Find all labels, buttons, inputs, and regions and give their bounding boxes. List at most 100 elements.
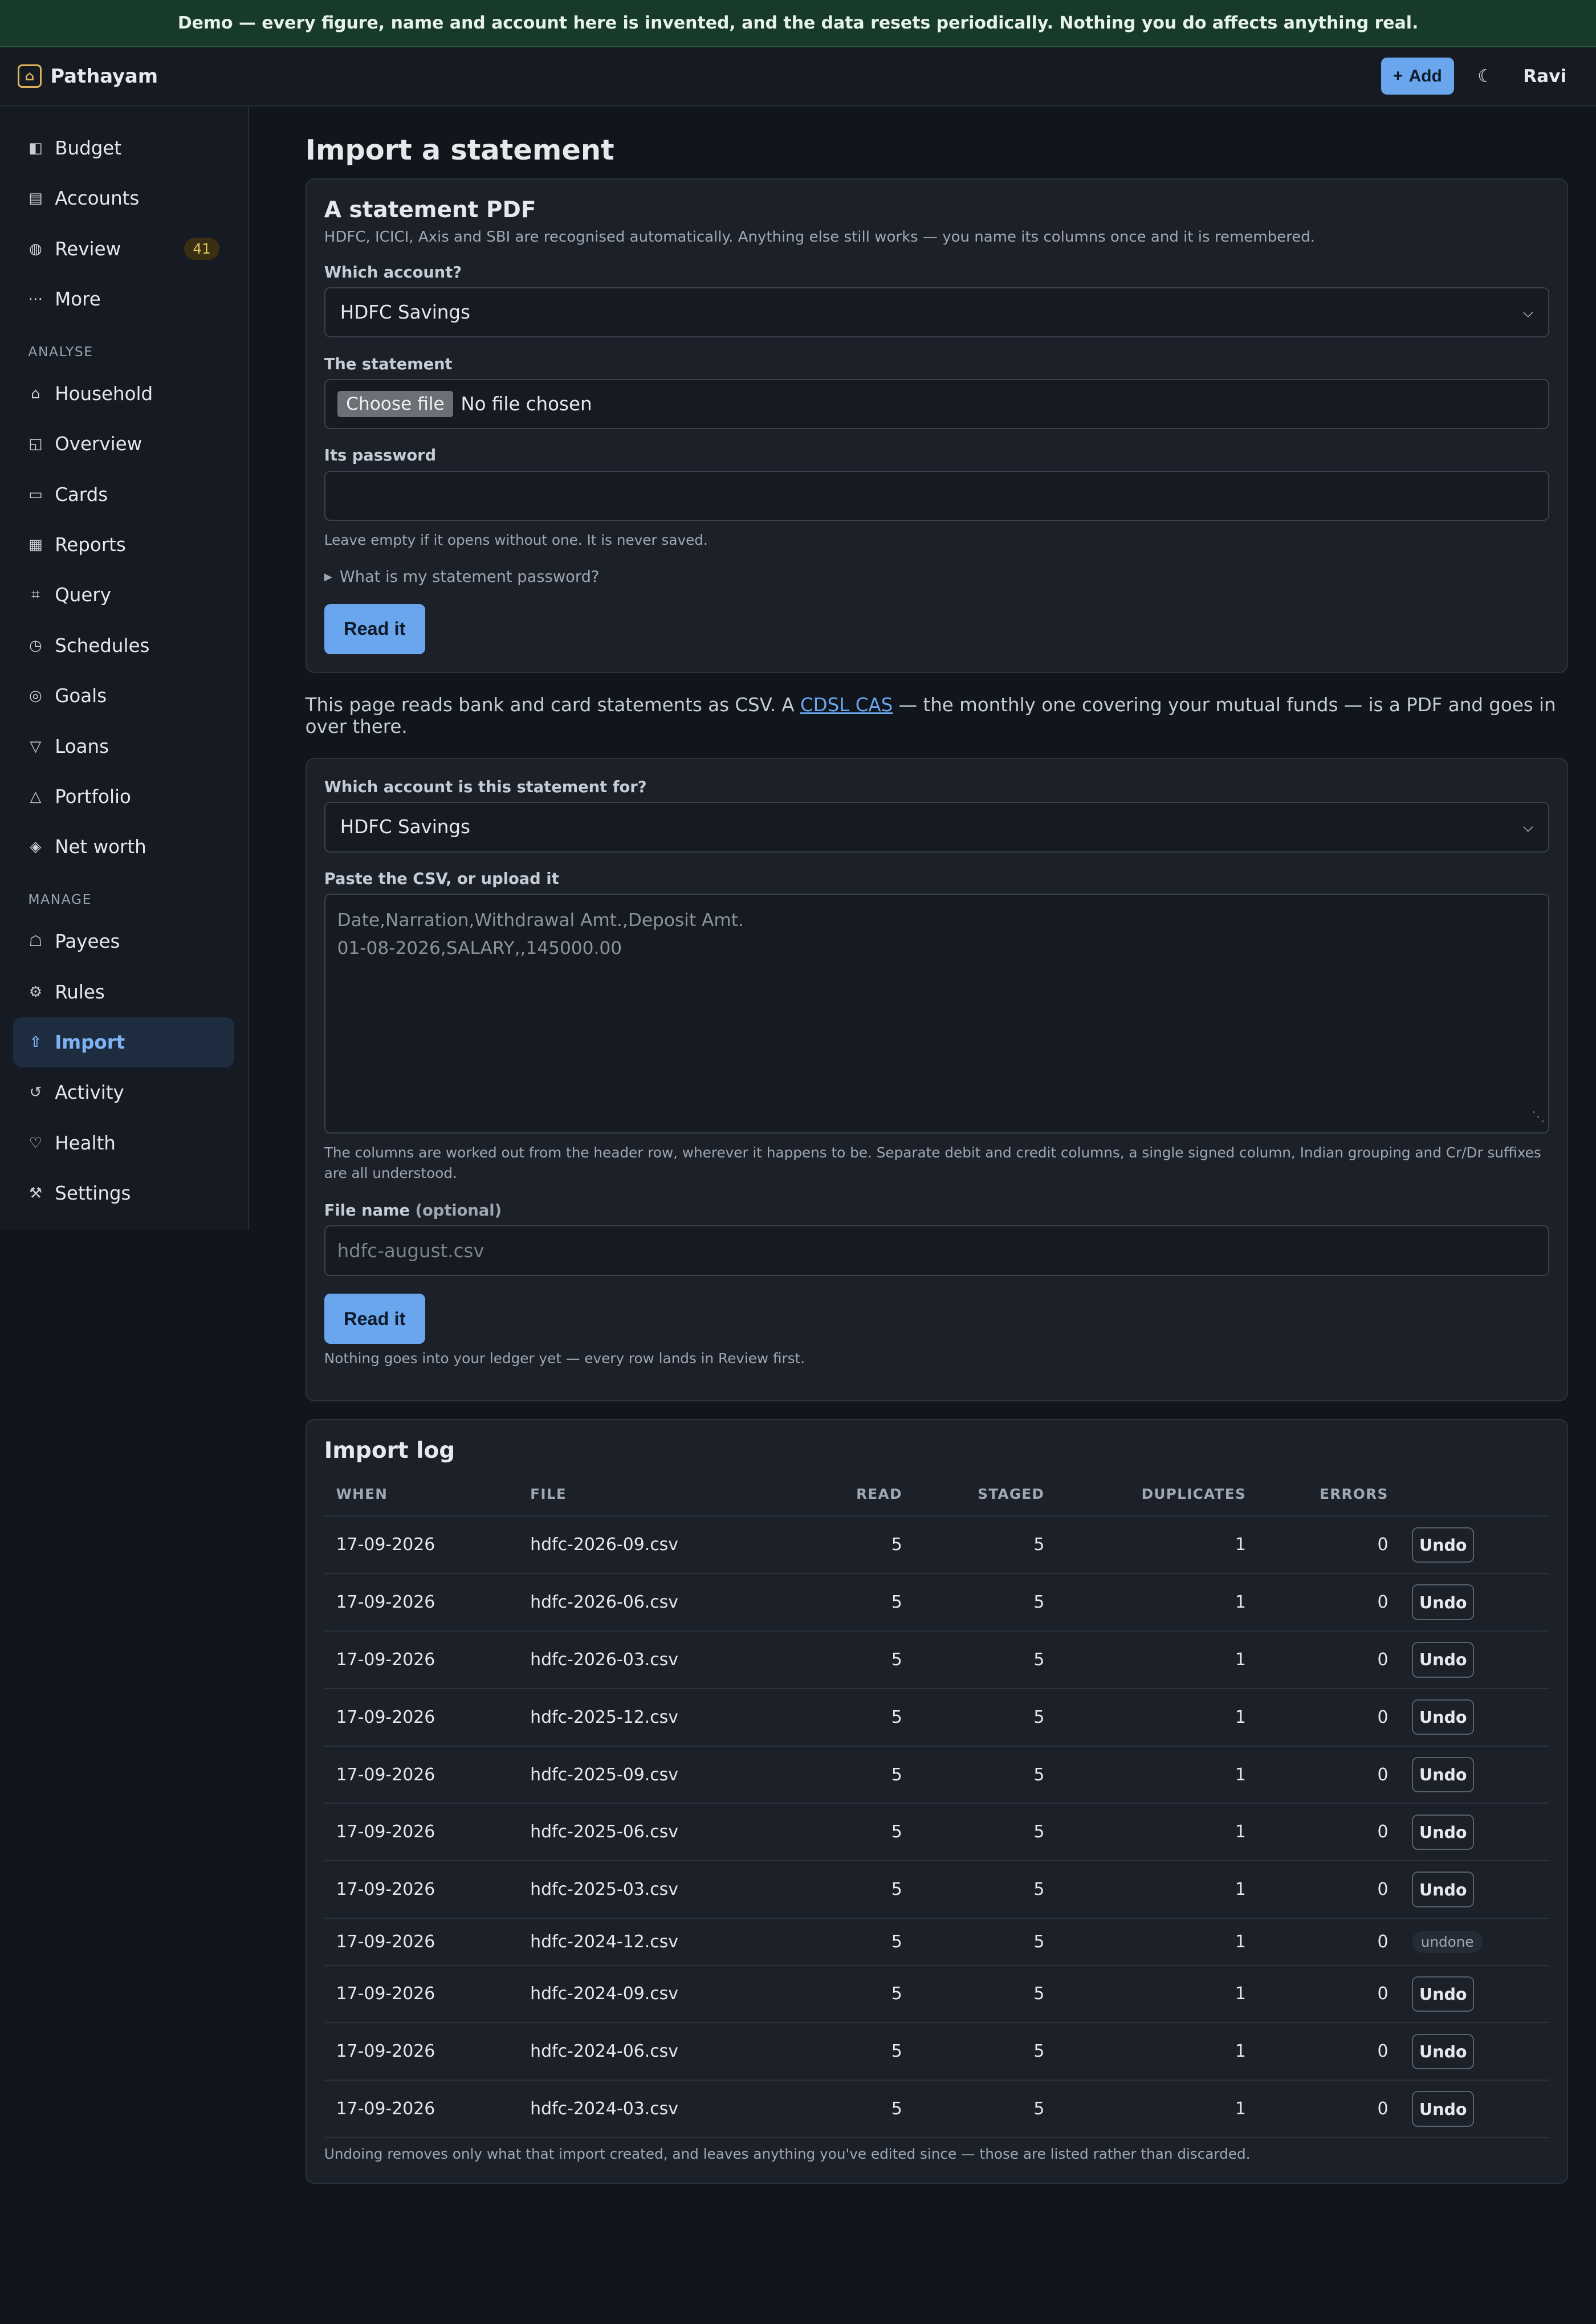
import-icon: ⇧ bbox=[29, 1034, 42, 1051]
undo-button[interactable]: Undo bbox=[1412, 1872, 1475, 1907]
undo-button[interactable]: Undo bbox=[1412, 1699, 1475, 1735]
cas-note-before: This page reads bank and card statements… bbox=[305, 694, 800, 716]
csv-filename-label-text: File name bbox=[324, 1201, 410, 1220]
col-staged: STAGED bbox=[914, 1473, 1057, 1517]
cell-read: 5 bbox=[786, 1573, 914, 1632]
sidebar-item-import[interactable]: ⇧ Import bbox=[13, 1017, 235, 1068]
pdf-account-select[interactable]: HDFC Savings ⌵ bbox=[324, 287, 1549, 338]
choose-file-button[interactable]: Choose file bbox=[337, 390, 454, 418]
csv-account-value: HDFC Savings bbox=[340, 816, 470, 838]
csv-paste-label: Paste the CSV, or upload it bbox=[324, 870, 559, 888]
household-icon: ⌂ bbox=[31, 385, 40, 402]
cell-file: hdfc-2026-03.csv bbox=[518, 1631, 787, 1689]
sidebar-item-net-worth[interactable]: ◈ Net worth bbox=[13, 822, 234, 872]
pdf-password-field[interactable] bbox=[324, 470, 1549, 521]
sidebar-item-review[interactable]: ◍ Review 41 bbox=[13, 224, 234, 274]
table-row: 17-09-2026 hdfc-2025-12.csv 5 5 1 0 Undo bbox=[324, 1688, 1549, 1747]
csv-textarea[interactable]: Date,Narration,Withdrawal Amt.,Deposit A… bbox=[324, 894, 1549, 1134]
sidebar-item-accounts[interactable]: ▤ Accounts bbox=[13, 173, 234, 223]
cell-file: hdfc-2024-09.csv bbox=[518, 1965, 787, 2024]
settings-icon: ⚒ bbox=[28, 1185, 43, 1202]
sidebar-item-cards[interactable]: ▭ Cards bbox=[13, 470, 234, 520]
cell-staged: 5 bbox=[914, 1631, 1057, 1689]
cell-staged: 5 bbox=[914, 1516, 1057, 1575]
sidebar-item-household[interactable]: ⌂ Household bbox=[13, 369, 234, 419]
pdf-read-button[interactable]: Read it bbox=[324, 604, 425, 655]
sidebar-item-label: Overview bbox=[55, 433, 142, 455]
sidebar-item-budget[interactable]: ◧ Budget bbox=[13, 123, 234, 173]
cell-read: 5 bbox=[786, 1631, 914, 1689]
col-action bbox=[1400, 1473, 1549, 1517]
brand[interactable]: ⌂ Pathayam bbox=[18, 64, 158, 88]
cell-duplicates: 1 bbox=[1056, 1965, 1258, 2024]
sidebar-item-activity[interactable]: ↺ Activity bbox=[13, 1067, 234, 1118]
pdf-account-value: HDFC Savings bbox=[340, 301, 470, 324]
review-icon: ◍ bbox=[29, 240, 42, 258]
sidebar-item-health[interactable]: ♡ Health bbox=[13, 1118, 234, 1168]
csv-filename-input[interactable]: hdfc-august.csv bbox=[324, 1225, 1549, 1276]
accounts-icon: ▤ bbox=[28, 190, 43, 207]
sidebar-item-rules[interactable]: ⚙ Rules bbox=[13, 967, 234, 1017]
sidebar-item-label: Activity bbox=[55, 1082, 124, 1104]
theme-toggle-moon-icon[interactable]: ☾ bbox=[1477, 66, 1493, 87]
table-row: 17-09-2026 hdfc-2026-06.csv 5 5 1 0 Undo bbox=[324, 1573, 1549, 1632]
cell-duplicates: 1 bbox=[1056, 1688, 1258, 1747]
undo-button[interactable]: Undo bbox=[1412, 1584, 1475, 1620]
cell-duplicates: 1 bbox=[1056, 1803, 1258, 1862]
cell-staged: 5 bbox=[914, 2080, 1057, 2138]
query-icon: ⌗ bbox=[31, 586, 40, 604]
undo-button[interactable]: Undo bbox=[1412, 1642, 1475, 1678]
pdf-import-card: A statement PDF HDFC, ICICI, Axis and SB… bbox=[305, 178, 1568, 674]
cell-when: 17-09-2026 bbox=[324, 2080, 519, 2138]
sidebar-item-more[interactable]: ⋯ More bbox=[13, 274, 234, 324]
undo-button[interactable]: Undo bbox=[1412, 1756, 1475, 1793]
cdsl-cas-link[interactable]: CDSL CAS bbox=[800, 694, 893, 716]
cell-duplicates: 1 bbox=[1056, 1573, 1258, 1632]
add-button[interactable]: + Add bbox=[1381, 58, 1454, 95]
undo-button[interactable]: Undo bbox=[1412, 2091, 1475, 2127]
sidebar-item-reports[interactable]: ▦ Reports bbox=[13, 520, 234, 570]
sidebar-item-query[interactable]: ⌗ Query bbox=[13, 570, 234, 620]
cell-read: 5 bbox=[786, 2023, 914, 2081]
net-worth-icon: ◈ bbox=[30, 838, 42, 856]
cell-action: Undo bbox=[1400, 1965, 1549, 2024]
sidebar-manage-group: ☖ Payees ⚙ Rules ⇧ Import ↺ Activity ♡ Health ⚒ Set… bbox=[0, 916, 248, 1218]
payees-icon: ☖ bbox=[28, 933, 43, 951]
cell-errors: 0 bbox=[1257, 1631, 1400, 1689]
cell-staged: 5 bbox=[914, 1965, 1057, 2024]
cell-staged: 5 bbox=[914, 1573, 1057, 1632]
pdf-file-input[interactable]: Choose file No file chosen bbox=[324, 378, 1549, 430]
sidebar-item-schedules[interactable]: ◷ Schedules bbox=[13, 621, 234, 671]
csv-filename-label: File name (optional) bbox=[324, 1202, 1549, 1220]
csv-account-select[interactable]: HDFC Savings ⌵ bbox=[324, 802, 1549, 853]
sidebar-item-portfolio[interactable]: △ Portfolio bbox=[13, 772, 234, 822]
sidebar-item-overview[interactable]: ◱ Overview bbox=[13, 419, 234, 469]
undone-badge: undone bbox=[1412, 1930, 1483, 1953]
resize-grip-icon[interactable]: ⋱ bbox=[1532, 1103, 1545, 1131]
user-menu[interactable]: Ravi bbox=[1523, 66, 1566, 87]
undo-button[interactable]: Undo bbox=[1412, 1976, 1475, 2012]
sidebar-item-settings[interactable]: ⚒ Settings bbox=[13, 1168, 234, 1218]
cell-read: 5 bbox=[786, 1861, 914, 1919]
pdf-password-label: Its password bbox=[324, 447, 437, 465]
undo-button[interactable]: Undo bbox=[1412, 2033, 1475, 2069]
csv-read-button[interactable]: Read it bbox=[324, 1293, 425, 1344]
health-icon: ♡ bbox=[28, 1134, 43, 1152]
page-title: Import a statement bbox=[305, 133, 614, 166]
sidebar-item-payees[interactable]: ☖ Payees bbox=[13, 916, 234, 967]
main-content: Import a statement A statement PDF HDFC,… bbox=[305, 107, 1568, 2184]
sidebar-item-goals[interactable]: ◎ Goals bbox=[13, 671, 234, 721]
undo-button[interactable]: Undo bbox=[1412, 1527, 1475, 1563]
password-help-disclosure[interactable]: ▶ What is my statement password? bbox=[324, 568, 1549, 586]
cell-when: 17-09-2026 bbox=[324, 1861, 519, 1919]
cell-action: Undo bbox=[1400, 2080, 1549, 2138]
rules-icon: ⚙ bbox=[28, 983, 43, 1001]
table-row: 17-09-2026 hdfc-2025-09.csv 5 5 1 0 Undo bbox=[324, 1746, 1549, 1804]
col-when: WHEN bbox=[324, 1473, 519, 1517]
disclosure-triangle-icon: ▶ bbox=[324, 571, 332, 584]
cell-errors: 0 bbox=[1257, 1861, 1400, 1919]
sidebar-item-label: Loans bbox=[55, 735, 109, 757]
sidebar-item-loans[interactable]: ▽ Loans bbox=[13, 721, 234, 771]
undo-button[interactable]: Undo bbox=[1412, 1814, 1475, 1850]
cell-action: Undo bbox=[1400, 1803, 1549, 1862]
